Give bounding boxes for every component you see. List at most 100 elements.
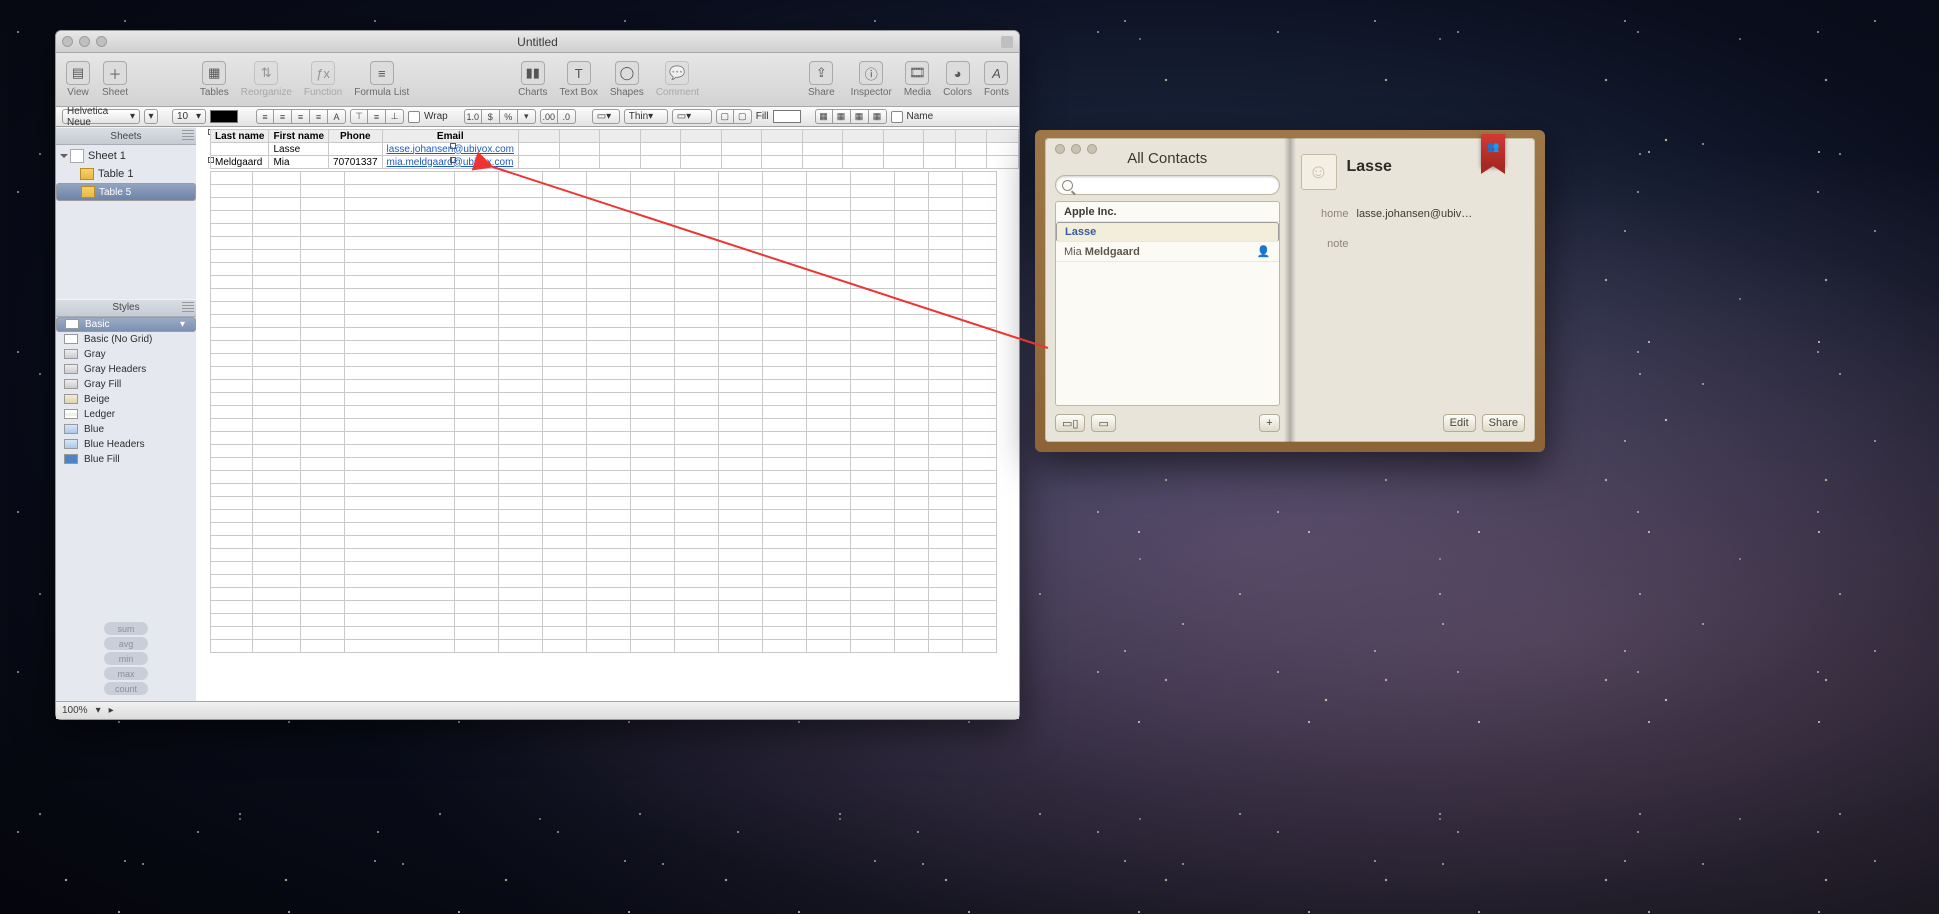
toolbar-formula-list[interactable]: ≡Formula List xyxy=(350,61,413,98)
toolbar-tables[interactable]: ▦Tables xyxy=(196,61,233,98)
toolbar-textbox[interactable]: TText Box xyxy=(556,61,602,98)
font-style-select[interactable]: ▾ xyxy=(144,109,158,124)
stat-min[interactable]: min xyxy=(104,652,148,665)
stroke-weight-select[interactable]: Thin▾ xyxy=(624,109,668,124)
view-card-and-list-button[interactable]: ▭▯ xyxy=(1055,414,1085,432)
header-phone[interactable]: Phone xyxy=(329,130,383,143)
font-family-select[interactable]: Helvetica Neue▾ xyxy=(62,109,140,124)
h-align-segment[interactable]: ≡≡≡≡A xyxy=(256,109,346,124)
table-option-segment[interactable]: ▦▦▦▦ xyxy=(815,109,887,124)
style-blue-fill[interactable]: Blue Fill xyxy=(56,452,196,467)
toolbar-charts[interactable]: ▮▮Charts xyxy=(514,61,551,98)
share-button[interactable]: Share xyxy=(1482,414,1525,432)
numbers-titlebar[interactable]: Untitled xyxy=(56,31,1019,53)
toolbar-view[interactable]: ▤View xyxy=(62,61,94,98)
sheet-icon xyxy=(70,149,84,163)
contacts-list[interactable]: Apple Inc. Lasse Mia Mia MeldgaardMeldga… xyxy=(1055,201,1280,406)
zoom-value[interactable]: 100% xyxy=(62,705,88,716)
sheets-header: Sheets xyxy=(56,127,196,145)
contact-item[interactable]: Mia Mia MeldgaardMeldgaard👤 xyxy=(1056,242,1279,262)
table-icon xyxy=(81,186,95,198)
sheet-row[interactable]: Sheet 1 xyxy=(56,147,196,165)
numbers-window: Untitled ▤View ＋Sheet ▦Tables ⇅Reorganiz… xyxy=(55,30,1020,720)
font-size-select[interactable]: 10▾ xyxy=(172,109,206,124)
contacts-window: 👥 All Contacts Apple Inc. Lasse Mia Mia … xyxy=(1035,130,1545,452)
wrap-label: Wrap xyxy=(424,111,448,122)
disclosure-triangle-icon[interactable] xyxy=(60,154,68,158)
quick-calc-panel: sum avg min max count xyxy=(56,618,196,701)
toolbar-comment[interactable]: 💬Comment xyxy=(652,61,703,98)
header-last-name[interactable]: Last name xyxy=(211,130,269,143)
header-email[interactable]: Email xyxy=(382,130,518,143)
stroke-color-select[interactable]: ▭▾ xyxy=(672,109,712,124)
toolbar-media[interactable]: 🎞Media xyxy=(900,61,935,98)
toolbar-function[interactable]: ƒxFunction xyxy=(300,61,346,98)
format-bar: Helvetica Neue▾ ▾ 10▾ ≡≡≡≡A ⊤≡⊥ Wrap 1.0… xyxy=(56,107,1019,127)
contact-group-item[interactable]: Apple Inc. xyxy=(1056,202,1279,222)
close-button[interactable] xyxy=(1055,144,1065,154)
document-proxy-icon[interactable] xyxy=(1001,36,1013,48)
numbers-toolbar: ▤View ＋Sheet ▦Tables ⇅Reorganize ƒxFunct… xyxy=(56,53,1019,107)
stat-max[interactable]: max xyxy=(104,667,148,680)
search-field[interactable] xyxy=(1055,175,1280,195)
view-card-only-button[interactable]: ▭ xyxy=(1091,414,1115,432)
status-bar: 100% ▾ ▸ xyxy=(56,701,1019,719)
toolbar-reorganize[interactable]: ⇅Reorganize xyxy=(237,61,296,98)
field-note[interactable]: note xyxy=(1301,238,1526,250)
table-row-0[interactable]: Table 1 xyxy=(56,165,196,183)
name-checkbox[interactable] xyxy=(891,111,903,123)
zoom-button[interactable] xyxy=(1087,144,1097,154)
toolbar-shapes[interactable]: ◯Shapes xyxy=(606,61,648,98)
contact-name: Lasse xyxy=(1347,158,1392,176)
fill-color-swatch[interactable] xyxy=(773,110,801,123)
style-ledger[interactable]: Ledger xyxy=(56,407,196,422)
contact-item-selected[interactable]: Lasse xyxy=(1056,222,1279,242)
stat-count[interactable]: count xyxy=(104,682,148,695)
avatar[interactable]: ☺ xyxy=(1301,154,1337,190)
style-blue[interactable]: Blue xyxy=(56,422,196,437)
text-color-swatch[interactable] xyxy=(210,110,238,123)
border-style-select[interactable]: ▭▾ xyxy=(592,109,620,124)
style-blue-headers[interactable]: Blue Headers xyxy=(56,437,196,452)
style-gray[interactable]: Gray xyxy=(56,347,196,362)
table-icon xyxy=(80,168,94,180)
sheets-sidebar: Sheets Sheet 1 Table 1 Table 5 Styles Ba… xyxy=(56,127,196,701)
v-align-segment[interactable]: ⊤≡⊥ xyxy=(350,109,404,124)
window-title: Untitled xyxy=(56,35,1019,49)
border-edge-segment[interactable]: ▢▢ xyxy=(716,109,752,124)
wrap-checkbox[interactable] xyxy=(408,111,420,123)
zoom-menu-icon[interactable]: ▾ xyxy=(96,705,101,716)
header-first-name[interactable]: First name xyxy=(269,130,329,143)
page-nav-icon[interactable]: ▸ xyxy=(109,705,114,716)
edit-button[interactable]: Edit xyxy=(1443,414,1476,432)
toolbar-colors[interactable]: ◕Colors xyxy=(939,61,976,98)
toolbar-sheet[interactable]: ＋Sheet xyxy=(98,61,132,98)
data-row: Meldgaard Mia 70701337 mia.meldgaard@ubi… xyxy=(211,156,1019,169)
style-beige[interactable]: Beige xyxy=(56,392,196,407)
decimal-segment[interactable]: .00.0 xyxy=(540,109,576,124)
me-indicator-icon: 👤 xyxy=(1257,245,1271,258)
stat-avg[interactable]: avg xyxy=(104,637,148,650)
fill-label: Fill xyxy=(756,111,769,122)
styles-header: Styles xyxy=(56,299,196,317)
toolbar-share[interactable]: ⇪Share xyxy=(804,61,839,98)
search-input[interactable] xyxy=(1077,179,1273,191)
search-icon xyxy=(1062,180,1073,191)
spreadsheet-table[interactable]: Last name First name Phone Email Lasse l… xyxy=(210,129,1019,169)
contacts-list-page: All Contacts Apple Inc. Lasse Mia Mia Me… xyxy=(1045,138,1291,442)
field-home-email[interactable]: home lasse.johansen@ubiv… xyxy=(1301,208,1526,220)
sheet-canvas[interactable]: Last name First name Phone Email Lasse l… xyxy=(196,127,1019,701)
table-row-1[interactable]: Table 5 xyxy=(56,183,196,201)
minimize-button[interactable] xyxy=(1071,144,1081,154)
toolbar-inspector[interactable]: ⓘInspector xyxy=(847,61,896,98)
number-format-segment[interactable]: 1.0$%▾ xyxy=(464,109,536,124)
stat-sum[interactable]: sum xyxy=(104,622,148,635)
sheets-resize-handle[interactable] xyxy=(182,130,194,142)
style-gray-headers[interactable]: Gray Headers xyxy=(56,362,196,377)
style-basic[interactable]: Basic▾ xyxy=(56,317,196,332)
add-contact-button[interactable]: + xyxy=(1259,414,1279,432)
style-gray-fill[interactable]: Gray Fill xyxy=(56,377,196,392)
style-basic-nogrid[interactable]: Basic (No Grid) xyxy=(56,332,196,347)
styles-resize-handle[interactable] xyxy=(182,302,194,314)
toolbar-fonts[interactable]: AFonts xyxy=(980,61,1013,98)
